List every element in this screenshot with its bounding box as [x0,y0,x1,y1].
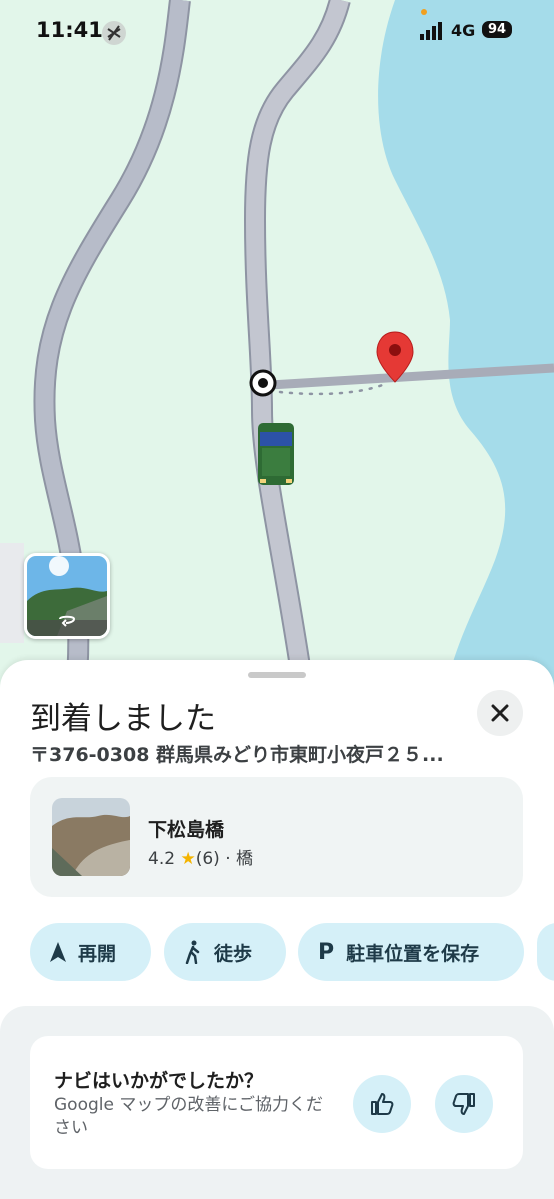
place-photo [52,798,130,876]
star-icon: ★ [180,849,196,869]
resume-label: 再開 [78,942,117,965]
address: 〒376-0308 群馬県みどり市東町小夜戸２５... [30,744,444,766]
thumbs-down-icon [452,1093,475,1115]
arrival-sheet: 到着しました 〒376-0308 群馬県みどり市東町小夜戸２５... 下松島橋 … [0,660,554,1199]
street-view-thumbnail[interactable] [24,553,110,639]
thumbs-down-button[interactable] [435,1075,493,1133]
thumbs-up-icon [371,1093,394,1115]
more-chip[interactable] [537,923,554,981]
place-name: 下松島橋 [148,819,225,841]
walking-label: 徒歩 [214,942,253,965]
feedback-question: ナビはいかがでしたか？ [54,1070,264,1092]
walking-icon [185,940,200,964]
feedback-section: ナビはいかがでしたか？ Google マップの改善にご協力ください [0,1006,554,1199]
close-button[interactable] [477,690,523,736]
parking-icon: P [318,939,335,965]
privacy-indicator [421,9,427,15]
mute-icon [102,21,126,45]
place-category: 橋 [236,849,254,869]
resume-button[interactable]: 再開 [30,923,151,981]
network-type: 4G [451,21,476,40]
sheet-title: 到着しました [30,701,216,737]
place-card[interactable]: 下松島橋 4.2 ★(6) · 橋 [30,777,523,897]
thumbs-up-button[interactable] [353,1075,411,1133]
rotate-360-icon [59,615,76,627]
navigation-arrow-icon [50,942,66,962]
status-time: 11:41 [36,18,103,42]
save-parking-button[interactable]: P 駐車位置を保存 [298,923,524,981]
place-rating: 4.2 [148,849,176,869]
save-parking-label: 駐車位置を保存 [346,942,480,965]
status-bar: 11:41 4G 94 [0,0,554,60]
battery-level: 94 [482,21,513,38]
signal-icon [420,22,442,40]
review-count: (6) [195,849,220,869]
vehicle-icon [258,423,294,485]
feedback-subtitle: Google マップの改善にご協力ください [54,1095,324,1138]
sheet-grabber[interactable] [248,672,306,678]
feedback-card: ナビはいかがでしたか？ Google マップの改善にご協力ください [30,1036,523,1169]
place-meta: 4.2 ★(6) · 橋 [148,844,253,869]
close-icon [491,704,509,722]
location-marker-icon [249,369,277,397]
walking-button[interactable]: 徒歩 [164,923,286,981]
meta-separator: · [225,849,231,869]
building [0,543,24,643]
